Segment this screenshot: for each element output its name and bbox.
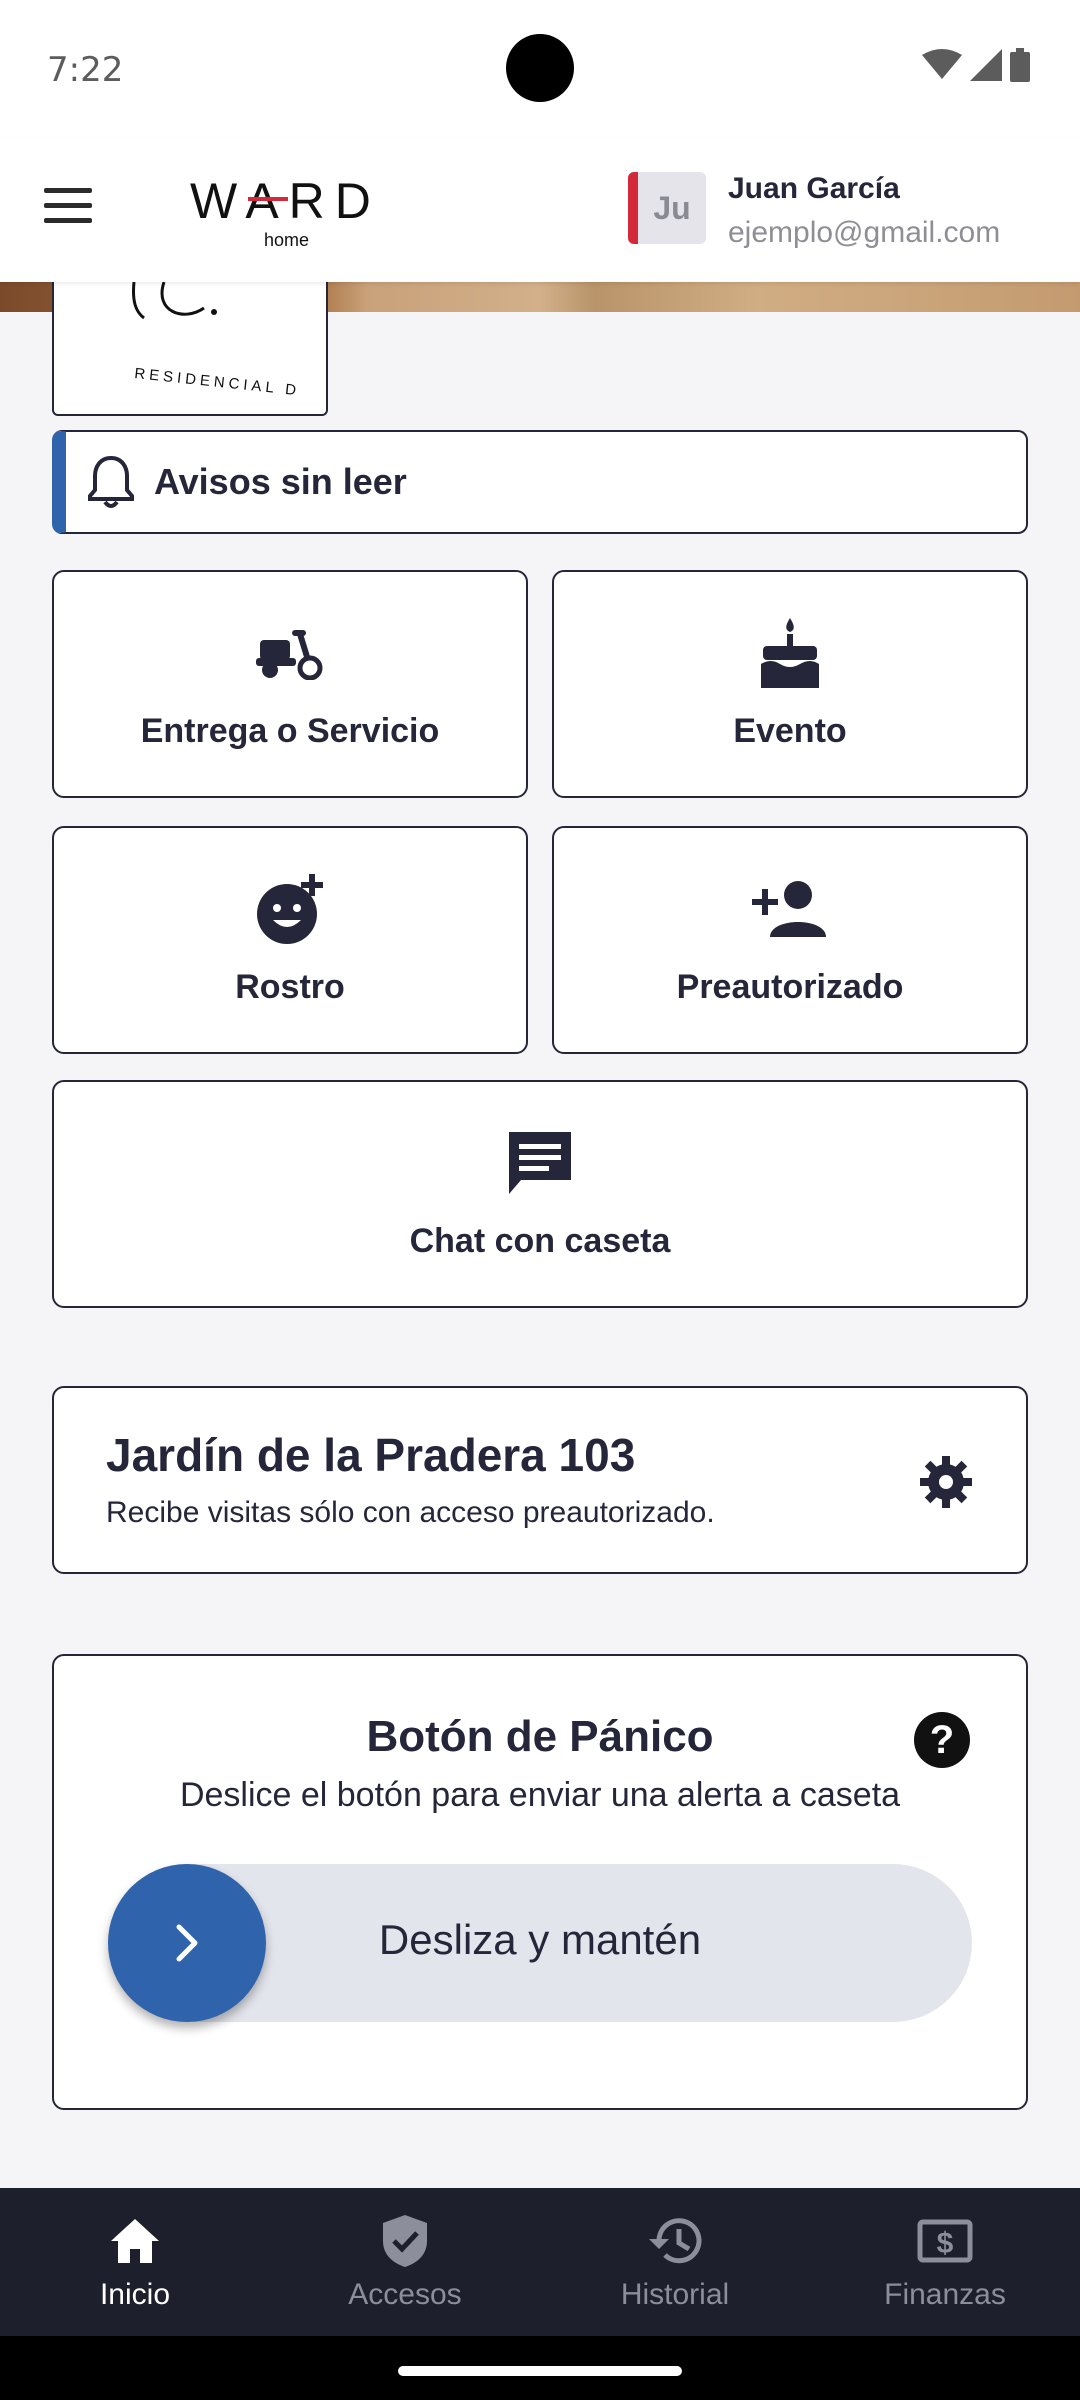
shield-check-icon <box>383 2215 427 2267</box>
svg-text:$: $ <box>937 2227 954 2260</box>
community-logo: RESIDENCIAL D <box>52 282 328 416</box>
panic-title: Botón de Pánico <box>366 1712 714 1761</box>
gear-icon[interactable] <box>918 1454 974 1510</box>
unread-alerts-button[interactable]: Avisos sin leer <box>52 430 1028 534</box>
signal-icon <box>970 49 1002 81</box>
alerts-label: Avisos sin leer <box>154 461 407 502</box>
community-logo-art: RESIDENCIAL D <box>132 282 301 399</box>
slider-handle[interactable] <box>108 1864 266 2022</box>
finance-icon: $ <box>917 2219 973 2263</box>
panic-subtitle: Deslice el botón para enviar una alerta … <box>179 1776 901 1814</box>
nav-item-inicio[interactable]: Inicio <box>0 2188 270 2336</box>
community-logo-label: RESIDENCIAL D <box>134 365 301 399</box>
panic-slider[interactable]: Desliza y mantén <box>108 1864 972 2022</box>
system-icons <box>922 48 1030 82</box>
face-label: Rostro <box>235 967 345 1006</box>
nav-item-finanzas[interactable]: $ Finanzas <box>810 2188 1080 2336</box>
bottom-navigation: Inicio Accesos Historial $ Finanzas <box>0 2188 1080 2336</box>
face-button[interactable]: Rostro <box>52 826 528 1054</box>
face-add-icon <box>257 873 323 944</box>
cake-icon <box>761 617 819 688</box>
help-icon[interactable]: ? <box>914 1712 970 1768</box>
residence-subtitle: Recibe visitas sólo con acceso preautori… <box>106 1496 715 1529</box>
nav-label-finanzas: Finanzas <box>884 2278 1006 2311</box>
preauthorized-label: Preautorizado <box>676 967 904 1006</box>
panic-card: Botón de Pánico ? Deslice el botón para … <box>52 1654 1028 2110</box>
bell-icon <box>88 455 134 508</box>
chat-icon <box>509 1131 571 1194</box>
person-add-icon <box>752 880 826 937</box>
ward-logo: WARD home <box>190 172 390 252</box>
chevron-right-icon <box>176 1924 198 1962</box>
residence-title: Jardín de la Pradera 103 <box>106 1429 636 1481</box>
camera-cutout <box>506 34 574 102</box>
nav-label-accesos: Accesos <box>348 2278 462 2311</box>
event-button[interactable]: Evento <box>552 570 1028 798</box>
delivery-service-button[interactable]: Entrega o Servicio <box>52 570 528 798</box>
gesture-area <box>0 2336 1080 2400</box>
user-email: ejemplo@gmail.com <box>728 216 1001 249</box>
preauthorized-button[interactable]: Preautorizado <box>552 826 1028 1054</box>
logo-subtext: home <box>264 230 310 250</box>
delivery-label: Entrega o Servicio <box>140 711 440 750</box>
scooter-icon <box>256 629 323 680</box>
avatar[interactable]: Ju <box>628 172 706 244</box>
chat-booth-button[interactable]: Chat con caseta <box>52 1080 1028 1308</box>
status-time: 7:22 <box>47 50 124 90</box>
chat-label: Chat con caseta <box>409 1221 671 1260</box>
logo-text: WARD <box>190 173 381 229</box>
status-bar: 7:22 <box>0 0 1080 138</box>
nav-label-inicio: Inicio <box>99 2278 171 2311</box>
app-bar: WARD home Ju Juan García ejemplo@gmail.c… <box>0 138 1080 282</box>
nav-item-accesos[interactable]: Accesos <box>270 2188 540 2336</box>
residence-card: Jardín de la Pradera 103 Recibe visitas … <box>52 1386 1028 1574</box>
nav-item-historial[interactable]: Historial <box>540 2188 810 2336</box>
gesture-handle[interactable] <box>398 2366 682 2376</box>
wifi-icon <box>922 49 962 79</box>
menu-icon <box>44 188 92 193</box>
nav-label-historial: Historial <box>620 2278 730 2311</box>
event-label: Evento <box>733 711 847 750</box>
menu-button[interactable] <box>44 188 104 232</box>
home-icon <box>111 2219 159 2263</box>
logo-accent <box>248 197 288 201</box>
battery-icon <box>1010 48 1030 82</box>
user-name: Juan García <box>728 172 900 205</box>
history-icon <box>649 2218 702 2264</box>
